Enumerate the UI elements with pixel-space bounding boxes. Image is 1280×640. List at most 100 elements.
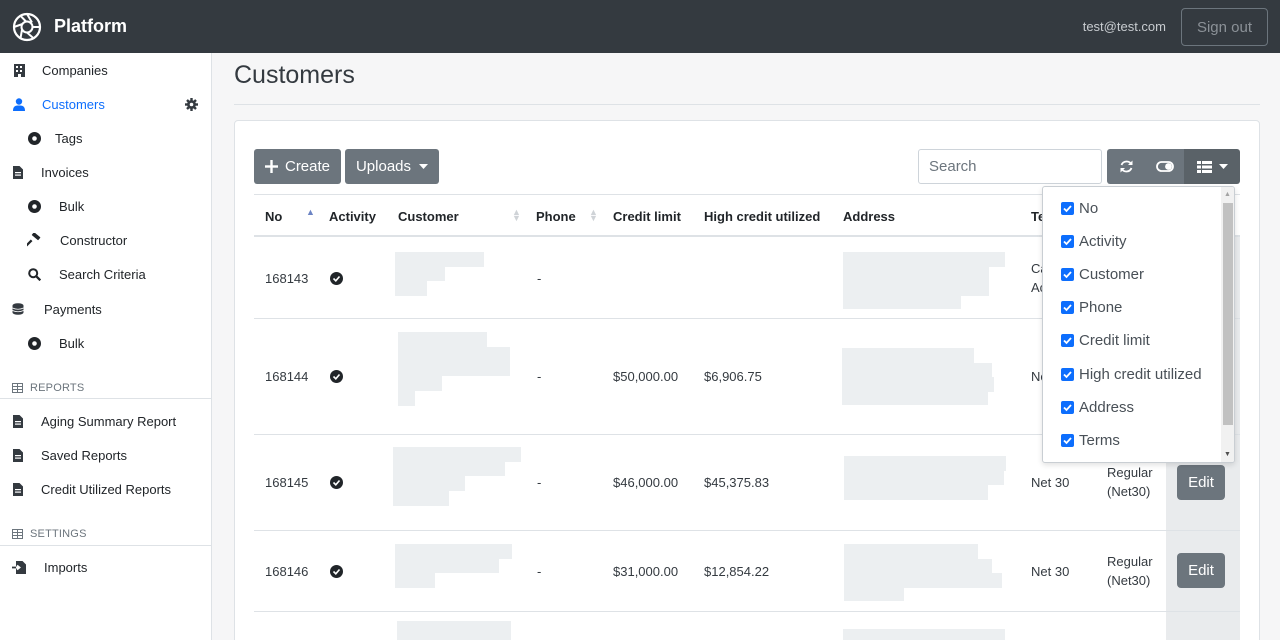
- column-toggle-high-credit-utilized[interactable]: High credit utilized: [1061, 364, 1202, 384]
- sidebar-item-label: Constructor: [60, 232, 128, 248]
- checkbox-checked-icon[interactable]: [1061, 367, 1074, 381]
- caret-down-icon: [1218, 164, 1228, 169]
- sort-icon[interactable]: ▲ ▼: [512, 208, 521, 223]
- row-phone: -: [537, 369, 542, 384]
- column-toggle-phone[interactable]: Phone: [1061, 297, 1122, 317]
- column-header-high-credit-utilized[interactable]: High credit utilized: [704, 209, 820, 224]
- check-circle-icon: [330, 565, 343, 578]
- sidebar-item-label: Bulk: [59, 198, 85, 214]
- uploads-dropdown-button[interactable]: Uploads: [345, 149, 439, 184]
- row-high-credit-utilized: $45,375.83: [704, 475, 770, 490]
- column-toggle-terms[interactable]: Terms: [1061, 430, 1120, 450]
- row-no: 168146: [265, 564, 309, 579]
- sidebar-item-label: Companies: [42, 62, 108, 78]
- file-icon: [11, 165, 25, 179]
- checkbox-checked-icon[interactable]: [1061, 333, 1074, 347]
- sidebar-item-label: Search Criteria: [59, 266, 146, 282]
- sidebar-item-label: Saved Reports: [41, 447, 127, 463]
- row-customer-type: Regular: [1107, 554, 1153, 569]
- check-circle-icon: [330, 476, 343, 489]
- column-toggle-customer[interactable]: Customer: [1061, 264, 1144, 284]
- settings-section-header: SETTINGS: [12, 528, 87, 540]
- sidebar-item-label: Imports: [44, 559, 88, 575]
- checkbox-checked-icon[interactable]: [1061, 400, 1074, 414]
- row-credit-limit: $46,000.00: [613, 475, 679, 490]
- search-icon: [27, 267, 41, 281]
- divider: [0, 545, 211, 546]
- row-terms: Net 30: [1031, 475, 1070, 490]
- column-header-customer[interactable]: Customer: [398, 209, 459, 224]
- divider: [0, 398, 211, 399]
- row-no: 168144: [265, 369, 309, 384]
- column-header-phone[interactable]: Phone: [536, 209, 576, 224]
- brand[interactable]: Platform: [12, 12, 127, 42]
- create-button[interactable]: Create: [254, 149, 341, 184]
- column-toggle-address[interactable]: Address: [1061, 397, 1134, 417]
- checkbox-checked-icon[interactable]: [1061, 267, 1074, 281]
- sidebar-item-label: Aging Summary Report: [41, 413, 177, 429]
- file-import-icon: [12, 560, 26, 574]
- coins-icon: [12, 302, 26, 316]
- edit-button[interactable]: Edit: [1177, 465, 1225, 500]
- sidebar-item-label: Customers: [42, 96, 105, 112]
- checkbox-checked-icon[interactable]: [1061, 433, 1074, 447]
- column-header-credit-limit[interactable]: Credit limit: [613, 209, 681, 224]
- row-no: 168145: [265, 475, 309, 490]
- brand-name: Platform: [54, 16, 128, 36]
- sort-icon[interactable]: ▲ ▼: [589, 208, 598, 223]
- checkbox-checked-icon[interactable]: [1061, 300, 1074, 314]
- hammer-icon: [27, 233, 41, 247]
- sidebar-item-label: Payments: [44, 301, 102, 317]
- column-visibility-menu: No Activity Customer Phone Credit limit …: [1042, 186, 1235, 463]
- menu-scrollbar-thumb[interactable]: [1223, 203, 1233, 425]
- th-list-icon: [1196, 160, 1212, 173]
- file-icon: [11, 414, 25, 428]
- gear-icon[interactable]: [184, 97, 198, 111]
- sidebar-item-label: Bulk: [59, 335, 85, 351]
- row-credit-limit: $50,000.00: [613, 369, 679, 384]
- column-header-no[interactable]: No: [265, 209, 282, 224]
- check-circle-icon: [330, 272, 343, 285]
- page-title: Customers: [234, 61, 355, 89]
- row-customer-type-2: (Net30): [1107, 573, 1151, 588]
- file-icon: [11, 482, 25, 496]
- top-navbar: Platform test@test.com Sign out: [0, 0, 1280, 53]
- sort-asc-icon[interactable]: ▲: [306, 208, 315, 217]
- row-phone: -: [537, 564, 542, 579]
- check-circle-icon: [330, 370, 343, 383]
- toggle-view-button[interactable]: [1146, 149, 1184, 184]
- row-credit-limit: $31,000.00: [613, 564, 679, 579]
- sidebar-item-customers[interactable]: Customers: [0, 91, 211, 117]
- search-input[interactable]: [918, 149, 1102, 184]
- column-toggle-credit-limit[interactable]: Credit limit: [1061, 330, 1150, 350]
- row-high-credit-utilized: $6,906.75: [704, 369, 762, 384]
- checkbox-checked-icon[interactable]: [1061, 234, 1074, 248]
- dot-circle-icon: [27, 336, 41, 350]
- toggle-icon: [1156, 161, 1174, 172]
- reports-section-header: REPORTS: [12, 382, 84, 394]
- column-toggle-activity[interactable]: Activity: [1061, 231, 1127, 251]
- file-icon: [11, 448, 25, 462]
- caret-down-icon: [419, 164, 429, 169]
- column-toggle-no[interactable]: No: [1061, 198, 1098, 218]
- sidebar: Companies Customers Tags Invoices Bulk C…: [0, 53, 212, 640]
- checkbox-checked-icon[interactable]: [1061, 201, 1074, 215]
- column-header-activity[interactable]: Activity: [329, 209, 376, 224]
- row-customer-type: Regular: [1107, 465, 1153, 480]
- dot-circle-icon: [27, 199, 41, 213]
- sidebar-item-label: Tags: [55, 130, 83, 146]
- row-no: 168143: [265, 271, 309, 286]
- edit-button[interactable]: Edit: [1177, 553, 1225, 588]
- refresh-button[interactable]: [1107, 149, 1146, 184]
- plus-icon: [264, 160, 278, 173]
- sign-out-button[interactable]: Sign out: [1181, 8, 1268, 46]
- sidebar-item-label: Invoices: [41, 164, 89, 180]
- columns-dropdown-button[interactable]: [1184, 149, 1240, 184]
- scroll-up-arrow-icon[interactable]: ▲: [1224, 191, 1231, 198]
- row-high-credit-utilized: $12,854.22: [704, 564, 770, 579]
- row-phone: -: [537, 475, 542, 490]
- row-terms: Net 30: [1031, 564, 1070, 579]
- user-email: test@test.com: [1082, 19, 1166, 34]
- scroll-down-arrow-icon[interactable]: ▼: [1224, 451, 1231, 458]
- column-header-address[interactable]: Address: [843, 209, 895, 224]
